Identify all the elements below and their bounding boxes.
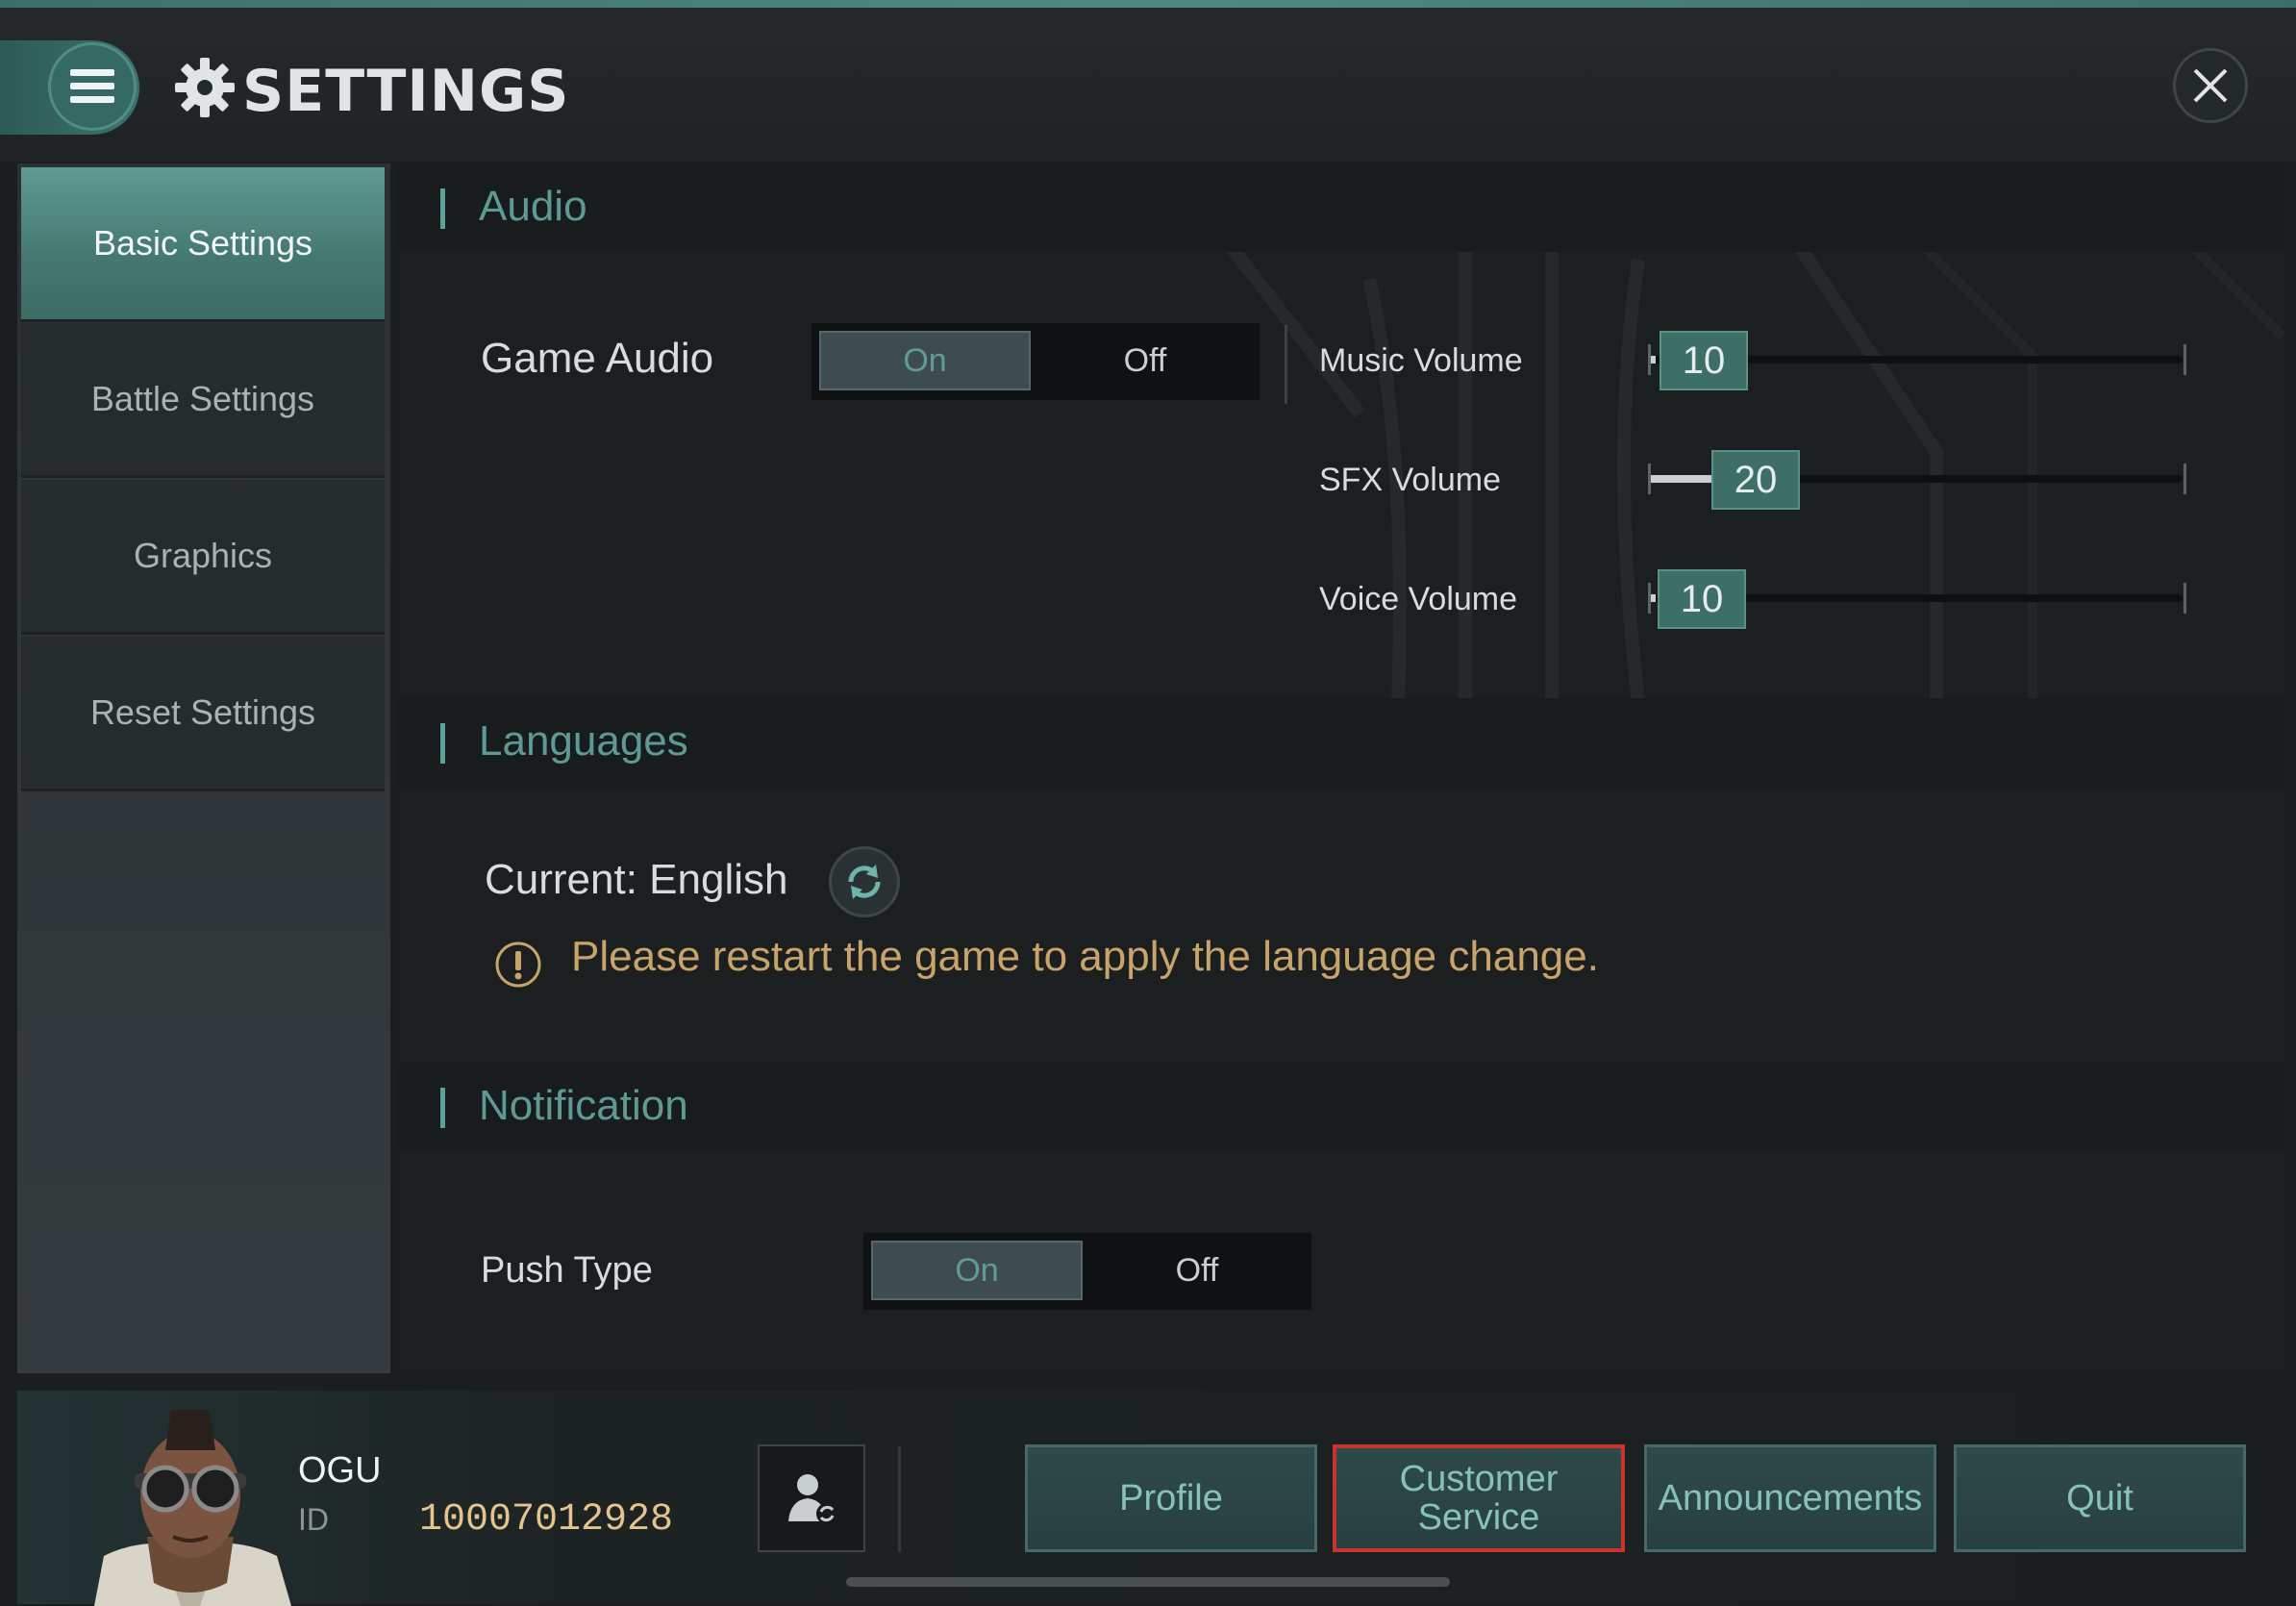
settings-content: Audio Game Audio On Off Music Volume 10 …	[398, 163, 2284, 1373]
player-id-value: 10007012928	[419, 1498, 674, 1542]
audio-section-header: Audio	[398, 163, 2284, 252]
slider-start-tick	[1648, 464, 1651, 494]
change-language-button[interactable]	[829, 846, 900, 917]
quit-button-label: Quit	[2066, 1478, 2134, 1518]
warning-icon	[495, 941, 541, 988]
menu-button[interactable]	[48, 42, 137, 131]
switch-account-button[interactable]	[758, 1444, 865, 1552]
sfx-volume-handle[interactable]: 20	[1711, 450, 1800, 510]
sidebar-item-label: Graphics	[133, 536, 273, 575]
music-volume-handle[interactable]: 10	[1660, 331, 1748, 390]
sidebar-item-label: Reset Settings	[89, 692, 316, 732]
sfx-volume-slider[interactable]: 20	[1648, 450, 2186, 510]
language-warning: Please restart the game to apply the lan…	[571, 933, 1599, 980]
settings-sidebar: Basic Settings Battle Settings Graphics …	[17, 163, 390, 1373]
divider	[898, 1446, 901, 1552]
sidebar-item-battle-settings[interactable]: Battle Settings	[21, 323, 385, 478]
home-indicator[interactable]	[846, 1577, 1450, 1587]
push-type-on-button[interactable]: On	[871, 1241, 1083, 1300]
slider-end-tick	[2184, 464, 2186, 494]
push-type-label: Push Type	[481, 1250, 653, 1291]
languages-section-header: Languages	[398, 698, 2284, 787]
voice-volume-label: Voice Volume	[1319, 581, 1518, 617]
game-audio-on-button[interactable]: On	[819, 331, 1031, 390]
top-accent-line	[0, 0, 2296, 8]
sidebar-item-label: Battle Settings	[90, 379, 315, 418]
profile-button[interactable]: Profile	[1025, 1444, 1317, 1552]
customer-service-line2: Service	[1417, 1497, 1540, 1538]
sfx-volume-label: SFX Volume	[1319, 462, 1501, 498]
close-button[interactable]	[2173, 48, 2248, 123]
music-volume-slider[interactable]: 10	[1648, 331, 2186, 390]
page-title: SETTINGS	[242, 58, 570, 125]
slider-start-tick	[1648, 583, 1651, 614]
sidebar-item-basic-settings[interactable]: Basic Settings	[21, 167, 385, 322]
game-audio-off-button[interactable]: Off	[1038, 331, 1252, 390]
refresh-icon	[848, 865, 881, 899]
voice-volume-handle[interactable]: 10	[1658, 569, 1746, 629]
customer-service-line1: Customer	[1399, 1459, 1559, 1499]
audio-section-title: Audio	[479, 183, 587, 230]
push-type-off-button[interactable]: Off	[1090, 1241, 1304, 1300]
avatar	[94, 1410, 291, 1606]
customer-service-button[interactable]: Customer Service	[1333, 1444, 1625, 1552]
sidebar-item-graphics[interactable]: Graphics	[21, 480, 385, 635]
switch-account-icon	[788, 1474, 837, 1524]
game-audio-label: Game Audio	[481, 335, 714, 382]
notification-section-header: Notification	[398, 1063, 2284, 1151]
divider	[1285, 325, 1287, 404]
announcements-button-label: Announcements	[1658, 1478, 1923, 1518]
close-icon	[2193, 68, 2228, 103]
gear-icon	[175, 58, 235, 117]
announcements-button[interactable]: Announcements	[1644, 1444, 1936, 1552]
notification-section-title: Notification	[479, 1082, 688, 1129]
slider-end-tick	[2184, 583, 2186, 614]
section-marker	[440, 188, 445, 229]
player-name: OGU	[298, 1450, 382, 1491]
slider-fill	[1648, 475, 1711, 483]
player-id-label: ID	[298, 1502, 329, 1537]
languages-section-title: Languages	[479, 717, 688, 765]
customer-service-label: Customer Service	[1400, 1460, 1559, 1537]
music-volume-label: Music Volume	[1319, 342, 1523, 379]
sidebar-item-label: Basic Settings	[92, 223, 313, 263]
current-language: Current: English	[485, 856, 788, 903]
player-bar: OGU ID 10007012928 Profile Customer Serv…	[17, 1391, 2284, 1606]
push-type-toggle: On Off	[863, 1233, 1311, 1310]
profile-button-label: Profile	[1119, 1478, 1223, 1518]
slider-end-tick	[2184, 344, 2186, 375]
hamburger-icon	[70, 69, 114, 103]
sidebar-item-reset-settings[interactable]: Reset Settings	[21, 637, 385, 791]
voice-volume-slider[interactable]: 10	[1648, 569, 2186, 629]
game-audio-toggle: On Off	[811, 323, 1260, 400]
section-marker	[440, 723, 445, 764]
quit-button[interactable]: Quit	[1954, 1444, 2246, 1552]
section-marker	[440, 1088, 445, 1128]
slider-start-tick	[1648, 344, 1651, 375]
